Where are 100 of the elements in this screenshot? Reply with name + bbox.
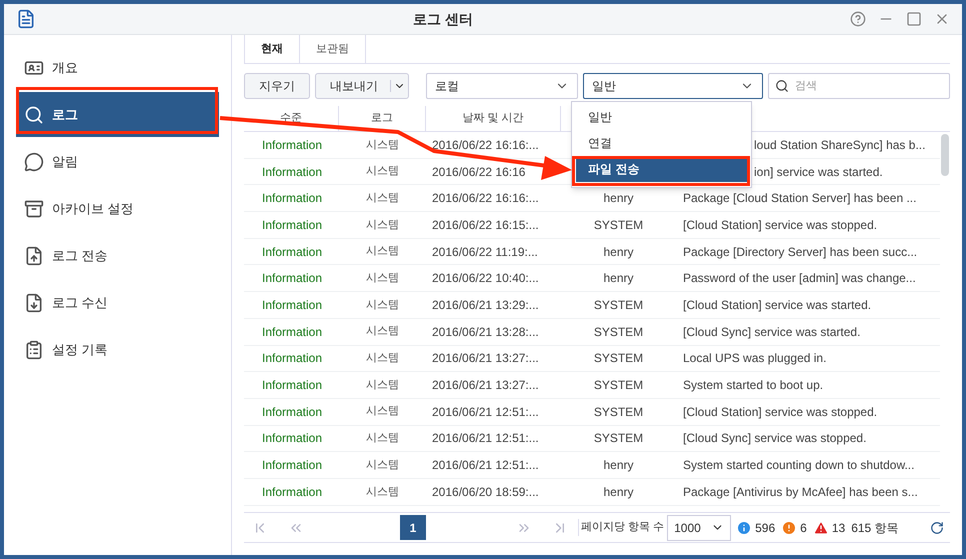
message-cell-text: Password of the user [admin] was change...: [682, 270, 917, 288]
time-cell-text: 2016/06/21 13:27:...: [431, 350, 540, 368]
sidebar-item[interactable]: 로그 전송: [16, 233, 219, 278]
per-page-select[interactable]: 1000: [667, 514, 732, 540]
time-cell-text: 2016/06/22 16:16: [431, 164, 526, 181]
type-select[interactable]: 일반: [583, 73, 763, 99]
log-cell-text: 시스템: [365, 351, 400, 366]
search-icon: [24, 104, 44, 124]
sidebar-item[interactable]: 알림: [16, 139, 219, 184]
page-button[interactable]: 1: [400, 515, 426, 540]
message-cell-text: System started counting down to shutdow...: [682, 457, 916, 474]
total-count: 615 항목: [851, 520, 899, 536]
log-cell-text: 시스템: [365, 190, 400, 206]
user-cell-text: henry: [602, 270, 635, 288]
time-cell-text: 2016/06/22 16:16:...: [431, 136, 540, 154]
time-cell-text: 2016/06/20 18:59:...: [431, 484, 540, 501]
user-cell-text: henry: [602, 244, 635, 261]
log-cell-text: 시스템: [365, 431, 400, 446]
menu-item[interactable]: 일반: [576, 104, 747, 130]
time-cell-text: 2016/06/21 12:51:...: [431, 404, 540, 421]
level-cell-text: Information: [261, 430, 324, 448]
message-cell-text: [Cloud Sync] service was stopped.: [682, 430, 868, 448]
message-cell-text: System started to boot up.: [682, 377, 824, 394]
log-cell-text: 시스템: [365, 164, 400, 180]
level-cell-text: Information: [261, 484, 324, 501]
user-cell-text: SYSTEM: [592, 296, 644, 314]
search-field[interactable]: 검색: [768, 73, 950, 99]
sidebar-item[interactable]: 로그 수신: [16, 280, 219, 325]
time-cell-text: 2016/06/22 10:40:...: [431, 270, 540, 288]
time-cell-text: 2016/06/21 12:51:...: [431, 457, 540, 474]
log-cell-text: 시스템: [365, 378, 400, 393]
time-cell-text: 2016/06/21 12:51:...: [431, 430, 540, 448]
user-cell-text: SYSTEM: [592, 377, 644, 394]
level-cell-text: Information: [261, 404, 324, 421]
caret-icon: [390, 80, 406, 92]
level-cell-text: Information: [261, 457, 324, 474]
user-cell-text: henry: [602, 190, 635, 208]
user-cell-text: SYSTEM: [592, 216, 644, 234]
sidebar-item[interactable]: 개요: [16, 45, 219, 90]
level-cell-text: Information: [261, 270, 324, 288]
time-cell-text: 2016/06/21 13:28:...: [431, 324, 540, 341]
menu-item[interactable]: 연결: [576, 130, 747, 156]
column-header[interactable]: 날짜 및 시간: [426, 106, 561, 131]
log-cell-text: 시스템: [365, 458, 400, 473]
time-cell-text: 2016/06/22 16:16:...: [431, 190, 540, 208]
message-cell-text: loud Station ShareSync] has b...: [753, 136, 926, 154]
sidebar-item[interactable]: 설정 기록: [16, 327, 219, 372]
export-button[interactable]: 내보내기: [315, 73, 409, 99]
help-icon[interactable]: [850, 11, 866, 27]
log-cell-text: 시스템: [365, 244, 400, 260]
error-icon: [812, 520, 829, 536]
message-cell-text: Local UPS was plugged in.: [682, 350, 828, 368]
level-cell-text: Information: [261, 216, 324, 234]
message-cell-text: [Cloud Sync] service was started.: [682, 324, 862, 341]
info-icon: [736, 520, 752, 536]
error-count: 13: [832, 520, 846, 536]
log-cell-text: 시스템: [365, 324, 400, 340]
clear-button[interactable]: 지우기: [244, 73, 310, 99]
tab[interactable]: 현재: [244, 35, 300, 63]
warning-icon: [781, 520, 798, 536]
message-cell-text: Package [Antivirus by McAfee] has been s...: [682, 484, 919, 501]
user-cell-text: SYSTEM: [592, 350, 644, 368]
sidebar-item[interactable]: 로그: [16, 92, 219, 137]
message-cell-text: [Cloud Station] service was stopped.: [682, 216, 878, 234]
refresh-icon[interactable]: [930, 520, 944, 534]
level-cell-text: Information: [261, 377, 324, 394]
upload-document-icon: [24, 246, 44, 266]
maximize-icon[interactable]: [906, 11, 922, 27]
warning-count: 6: [800, 520, 807, 536]
search-icon: [775, 79, 789, 93]
info-count: 596: [755, 520, 776, 536]
level-cell-text: Information: [261, 244, 324, 261]
message-cell-text: ion] service was started.: [753, 164, 884, 181]
user-cell-text: SYSTEM: [592, 430, 644, 448]
level-cell-text: Information: [261, 324, 324, 341]
per-page-label: 페이지당 항목 수: [578, 519, 664, 536]
log-cell-text: 시스템: [365, 298, 400, 313]
level-cell-text: Information: [261, 190, 324, 208]
clipboard-icon: [24, 340, 44, 360]
message-cell-text: Package [Cloud Station Server] has been ...: [682, 190, 918, 208]
column-header[interactable]: 로그: [339, 106, 426, 131]
message-cell-text: Package [Directory Server] has been succ...: [682, 244, 918, 261]
log-cell-text: 시스템: [365, 271, 400, 286]
window-title: 로그 센터: [412, 10, 474, 28]
user-cell-text: henry: [602, 484, 635, 501]
message-cell-text: [Cloud Station] service was stopped.: [682, 404, 878, 421]
level-cell-text: Information: [261, 350, 324, 368]
app-icon: [16, 8, 36, 30]
log-cell-text: 시스템: [365, 138, 400, 153]
time-cell-text: 2016/06/22 11:19:...: [431, 244, 539, 261]
sidebar-item[interactable]: 아카이브 설정: [16, 186, 219, 231]
level-cell-text: Information: [261, 136, 324, 154]
user-cell-text: henry: [602, 457, 635, 474]
message-cell-text: [Cloud Station] service was started.: [682, 296, 872, 314]
log-cell-text: 시스템: [365, 484, 400, 500]
log-cell-text: 시스템: [365, 404, 400, 420]
level-cell-text: Information: [261, 164, 324, 181]
source-select[interactable]: 로컬: [426, 73, 578, 99]
cabinet-icon: [24, 198, 44, 218]
tab[interactable]: 보관됨: [300, 35, 366, 63]
